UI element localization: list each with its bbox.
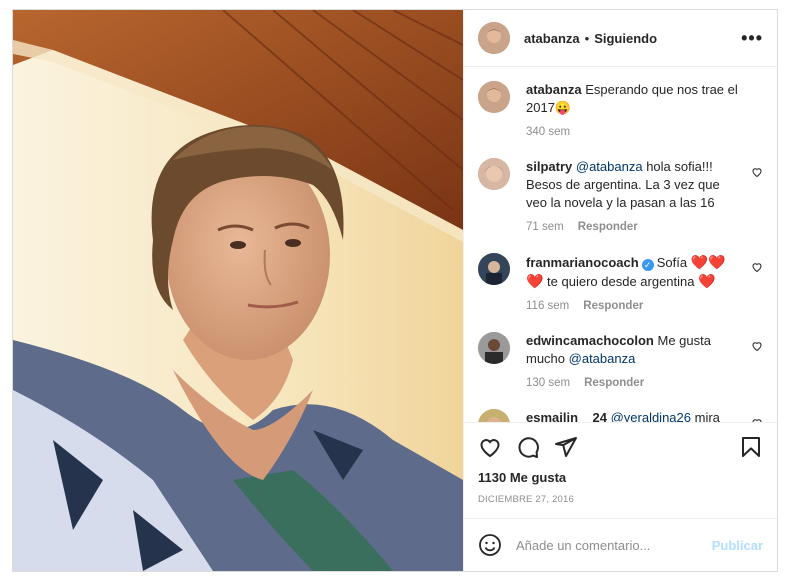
comment-like-heart-icon[interactable] [751,417,763,422]
post-comment-button[interactable]: Publicar [712,538,763,553]
caption-time[interactable]: 340 sem [526,126,570,138]
add-comment-bar: Publicar [464,518,777,571]
comment-time[interactable]: 71 sem [526,221,564,233]
author-avatar[interactable] [478,22,510,54]
post-date[interactable]: DICIEMBRE 27, 2016 [464,488,777,518]
comment-like-heart-icon[interactable] [751,340,763,352]
comment-text: esmailin__24 @yeraldina26 mira [526,409,741,422]
comment-icon[interactable] [516,435,540,459]
caption-avatar[interactable] [478,81,510,113]
bookmark-icon[interactable] [739,435,763,459]
post-header: atabanza • Siguiendo ••• [464,10,777,67]
reply-button[interactable]: Responder [578,221,638,233]
comment-text: silpatry @atabanza hola sofia!!! Besos d… [526,158,741,212]
comment-time[interactable]: 116 sem [526,300,569,312]
commenter-avatar[interactable] [478,409,510,422]
comment-item: franmarianocoach ✓ Sofía ❤️❤️❤️ te quiero … [478,253,763,312]
commenter-avatar[interactable] [478,158,510,190]
caption-username[interactable]: atabanza [526,82,582,97]
comment-mention[interactable]: @atabanza [569,351,636,366]
more-horizontal-icon[interactable]: ••• [741,28,763,49]
paper-plane-icon[interactable] [554,435,578,459]
comment-body-2: te quiero desde argentina [543,274,699,289]
comment-item: edwincamachocolon Me gusta mucho @ataban… [478,332,763,389]
comment-body: Sofía [656,255,691,270]
commenter-avatar[interactable] [478,332,510,364]
comments-list: atabanza Esperando que nos trae el 2017😛… [464,67,777,422]
emoji-icon[interactable] [478,533,502,557]
post-dialog: atabanza • Siguiendo ••• atabanza Espera… [12,9,778,572]
reply-button[interactable]: Responder [584,377,644,389]
caption-text: atabanza Esperando que nos trae el 2017😛 [526,81,741,117]
comment-username[interactable]: silpatry [526,159,572,174]
commenter-avatar[interactable] [478,253,510,285]
following-button[interactable]: Siguiendo [594,31,657,46]
comment-item: esmailin__24 @yeraldina26 mira [478,409,763,422]
red-heart-emoji: ❤️ [698,273,716,289]
comment-like-heart-icon[interactable] [751,166,763,178]
author-username[interactable]: atabanza [524,31,580,46]
comment-username[interactable]: edwincamachocolon [526,333,654,348]
comment-mention[interactable]: @atabanza [576,159,643,174]
comment-username[interactable]: esmailin__24 [526,410,607,422]
comment-mention[interactable]: @yeraldina26 [611,410,691,422]
comment-text: franmarianocoach ✓ Sofía ❤️❤️❤️ te quiero … [526,253,741,291]
verified-badge-icon: ✓ [641,259,654,271]
post-photo [13,10,463,571]
comment-body: mira [691,410,720,422]
comment-input[interactable] [516,537,712,553]
post-actions [464,422,777,470]
comment-time[interactable]: 130 sem [526,377,570,389]
caption: atabanza Esperando que nos trae el 2017😛… [478,81,763,138]
comment-username[interactable]: franmarianocoach [526,255,639,270]
likes-count[interactable]: 1130 Me gusta [464,470,777,488]
comment-text: edwincamachocolon Me gusta mucho @ataban… [526,332,741,368]
comment-like-heart-icon[interactable] [751,261,763,273]
heart-icon[interactable] [478,435,502,459]
post-side-panel: atabanza • Siguiendo ••• atabanza Espera… [463,10,777,571]
selfie-image [13,10,463,571]
separator-dot: • [584,30,590,46]
reply-button[interactable]: Responder [583,300,643,312]
comment-item: silpatry @atabanza hola sofia!!! Besos d… [478,158,763,233]
